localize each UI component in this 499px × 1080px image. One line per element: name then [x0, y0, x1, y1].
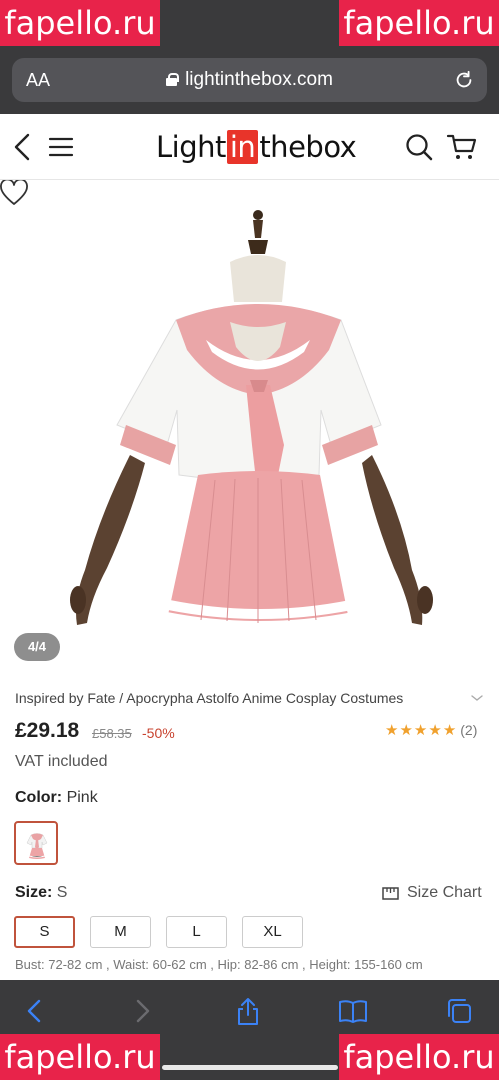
- size-measurements: Bust: 72-82 cm , Waist: 60-62 cm , Hip: …: [15, 957, 423, 972]
- logo-text-thebox: thebox: [259, 130, 357, 164]
- watermark-top-right: fapello.ru: [339, 0, 499, 46]
- size-option-xl[interactable]: XL: [242, 916, 303, 948]
- original-price: £58.35: [92, 726, 132, 741]
- size-chart-label: Size Chart: [407, 884, 482, 901]
- page: fapello.ru fapello.ru fapello.ru fapello…: [0, 0, 499, 1080]
- review-count: (2): [460, 722, 478, 738]
- bookmarks-icon[interactable]: [338, 996, 368, 1026]
- swatch-thumbnail: [19, 826, 55, 862]
- logo-text-light: Light: [156, 130, 226, 164]
- watermark-top-left: fapello.ru: [0, 0, 160, 46]
- image-counter: 4/4: [14, 633, 60, 661]
- star-icon: ★: [399, 722, 413, 739]
- heart-icon[interactable]: [0, 180, 28, 206]
- size-label-value: S: [56, 884, 68, 901]
- reload-icon[interactable]: [453, 69, 475, 91]
- star-icon: ★: [385, 722, 399, 739]
- size-option-m[interactable]: M: [90, 916, 151, 948]
- size-option-l[interactable]: L: [166, 916, 227, 948]
- browser-address-area: AA lightinthebox.com: [0, 50, 499, 114]
- ruler-icon: [382, 886, 399, 900]
- share-icon[interactable]: [233, 996, 263, 1026]
- discount-badge: -50%: [142, 725, 175, 741]
- lock-icon: [166, 73, 180, 86]
- site-header: Light in thebox: [0, 114, 499, 180]
- product-image-gallery[interactable]: 4/4: [0, 180, 499, 670]
- hamburger-menu-icon[interactable]: [48, 134, 74, 160]
- size-label-key: Size:: [15, 884, 53, 901]
- product-title: Inspired by Fate / Apocrypha Astolfo Ani…: [15, 690, 404, 706]
- star-icon: ★: [413, 722, 428, 739]
- watermark-bottom-right: fapello.ru: [339, 1034, 499, 1080]
- size-option-s[interactable]: S: [14, 916, 75, 948]
- watermark-bottom-left: fapello.ru: [0, 1034, 160, 1080]
- chevron-down-icon[interactable]: [470, 692, 484, 704]
- cart-icon[interactable]: [446, 132, 478, 162]
- back-arrow-icon[interactable]: [10, 132, 36, 162]
- color-label-value: Pink: [66, 789, 98, 806]
- logo-text-in: in: [226, 130, 259, 164]
- star-icon: ★: [442, 722, 457, 739]
- browser-back-icon[interactable]: [20, 996, 50, 1026]
- star-icon: ★: [428, 722, 442, 739]
- url-display[interactable]: lightinthebox.com: [12, 69, 487, 91]
- size-chart-link[interactable]: Size Chart: [382, 884, 482, 902]
- site-logo[interactable]: Light in thebox: [156, 130, 357, 164]
- vat-note: VAT included: [15, 753, 108, 770]
- color-label: Color: Pink: [15, 789, 98, 807]
- product-image: [70, 210, 433, 629]
- url-text: lightinthebox.com: [185, 69, 333, 90]
- color-swatch-pink[interactable]: [14, 821, 58, 865]
- search-icon[interactable]: [404, 132, 434, 162]
- color-label-key: Color:: [15, 789, 63, 806]
- size-label: Size: S: [15, 884, 67, 902]
- tabs-icon[interactable]: [444, 996, 474, 1026]
- home-indicator: [162, 1065, 338, 1070]
- product-price: £29.18: [15, 719, 80, 742]
- rating[interactable]: ★ ★ ★ ★ ★ (2): [385, 721, 477, 739]
- browser-forward-icon[interactable]: [127, 996, 157, 1026]
- address-bar[interactable]: AA lightinthebox.com: [12, 58, 487, 102]
